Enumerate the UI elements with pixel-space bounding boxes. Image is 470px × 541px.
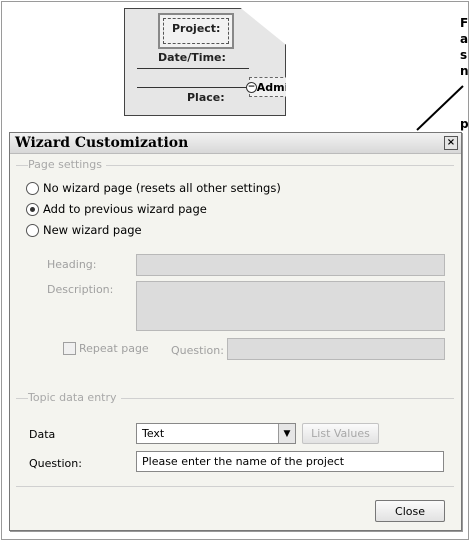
close-icon[interactable]: × [444,136,458,150]
question-label: Question: [29,457,82,470]
list-values-button[interactable]: List Values [302,423,379,444]
radio-label: New wizard page [43,223,142,237]
repeat-page-checkbox[interactable] [63,342,76,355]
card-divider-1 [137,68,249,69]
data-type-select[interactable]: Text ▼ [136,423,296,444]
radio-button-selected[interactable] [26,202,39,216]
description-label: Description: [47,283,114,296]
callout-pointer-line [416,85,464,131]
radio-button[interactable] [26,181,39,195]
card-project-label: Project: [172,22,221,35]
side-text-4: n [460,64,469,78]
wizard-customization-dialog: Wizard Customization × Page settings No … [9,132,462,531]
card-place-label: Place: [187,91,225,104]
page-settings-label: Page settings [28,158,106,171]
side-text-3: s [460,48,468,62]
repeat-question-label: Question: [171,344,224,357]
collapse-icon: − [246,82,257,93]
radio-new-wizard-page[interactable]: New wizard page [26,223,142,237]
footer-divider [16,486,454,487]
side-text-2: a [460,32,469,46]
repeat-question-input[interactable] [227,338,445,360]
dialog-title: Wizard Customization [15,135,189,151]
card-divider-2 [137,87,249,88]
radio-add-to-previous-page[interactable]: Add to previous wizard page [26,202,207,216]
radio-no-wizard-page[interactable]: No wizard page (resets all other setting… [26,181,281,195]
radio-label: No wizard page (resets all other setting… [43,181,281,195]
data-type-value: Text [142,427,165,440]
chevron-down-icon[interactable]: ▼ [278,424,295,443]
radio-label: Add to previous wizard page [43,202,207,216]
question-input[interactable]: Please enter the name of the project [136,451,444,472]
data-label: Data [29,428,56,441]
close-button[interactable]: Close [375,500,445,522]
heading-input[interactable] [136,254,445,276]
side-text-1: F [460,16,469,30]
topic-data-label: Topic data entry [28,391,121,404]
heading-label: Heading: [47,258,97,271]
card-datetime-label: Date/Time: [158,51,226,64]
radio-button[interactable] [26,223,39,237]
dialog-titlebar[interactable]: Wizard Customization × [10,133,461,154]
description-input[interactable] [136,281,445,331]
repeat-page-label: Repeat page [79,342,149,355]
